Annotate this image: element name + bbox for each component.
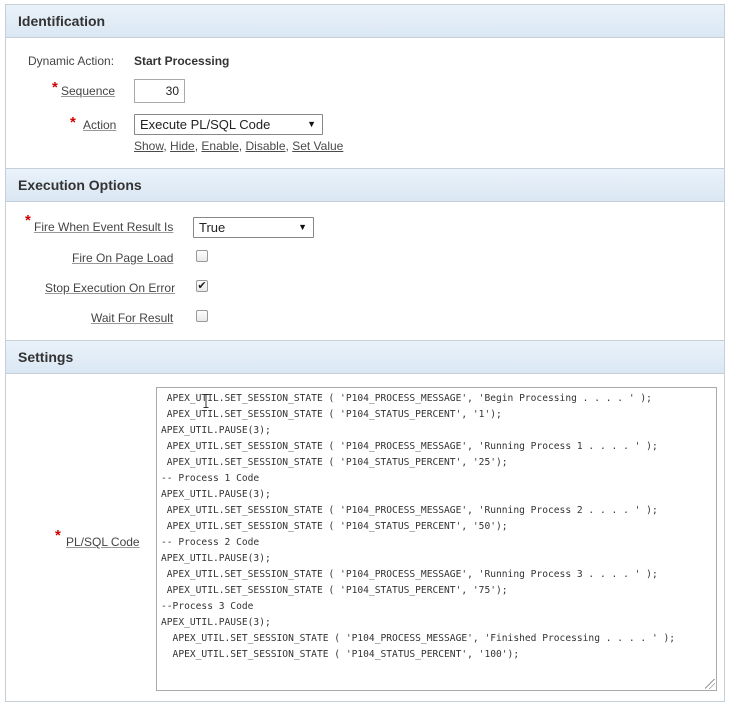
sequence-label: Sequence <box>61 84 116 98</box>
action-required-marker: * <box>70 114 76 131</box>
stop-execution-on-error-checkbox[interactable]: ✔ <box>196 280 208 292</box>
link-enable[interactable]: Enable <box>201 139 238 153</box>
link-show[interactable]: Show <box>134 139 163 153</box>
chevron-down-icon: ▼ <box>298 222 307 232</box>
checkmark-icon: ✔ <box>197 280 207 292</box>
fire-when-select[interactable]: True ▼ <box>193 217 314 238</box>
identification-panel: Identification Dynamic Action: Start Pro… <box>5 4 725 170</box>
plsql-required-marker: * <box>55 527 61 544</box>
action-label: Action <box>83 118 117 132</box>
plsql-code-text: APEX_UTIL.SET_SESSION_STATE ( 'P104_PROC… <box>161 393 676 660</box>
plsql-code-textarea[interactable]: APEX_UTIL.SET_SESSION_STATE ( 'P104_PROC… <box>156 387 717 691</box>
settings-panel: Settings * PL/SQL Code APEX_UTIL.SET_SES… <box>5 340 725 702</box>
dynamic-action-label: Dynamic Action: <box>28 54 115 68</box>
fire-when-label: Fire When Event Result Is <box>34 220 174 234</box>
execution-options-panel: Execution Options * Fire When Event Resu… <box>5 168 725 342</box>
sequence-input[interactable]: 30 <box>134 79 185 103</box>
resize-grip-icon[interactable] <box>705 679 715 689</box>
settings-header: Settings <box>6 341 724 374</box>
wait-for-result-label: Wait For Result <box>91 311 174 325</box>
action-select-value: Execute PL/SQL Code <box>140 117 271 132</box>
link-set-value[interactable]: Set Value <box>292 139 343 153</box>
wait-for-result-checkbox[interactable] <box>196 310 208 322</box>
fire-on-page-load-label: Fire On Page Load <box>72 251 174 265</box>
plsql-code-label: PL/SQL Code <box>66 535 140 549</box>
execution-options-header: Execution Options <box>6 169 724 202</box>
stop-execution-on-error-label: Stop Execution On Error <box>45 281 176 295</box>
fire-when-required-marker: * <box>25 212 31 229</box>
dynamic-action-value: Start Processing <box>134 54 230 68</box>
action-select[interactable]: Execute PL/SQL Code ▼ <box>134 114 323 135</box>
action-links: Show, Hide, Enable, Disable, Set Value <box>134 139 344 153</box>
sequence-required-marker: * <box>52 79 58 96</box>
link-disable[interactable]: Disable <box>245 139 285 153</box>
fire-on-page-load-checkbox[interactable] <box>196 250 208 262</box>
link-hide[interactable]: Hide <box>170 139 195 153</box>
chevron-down-icon: ▼ <box>307 119 316 129</box>
fire-when-select-value: True <box>199 220 226 235</box>
text-cursor-icon <box>203 394 209 408</box>
identification-header: Identification <box>6 5 724 38</box>
